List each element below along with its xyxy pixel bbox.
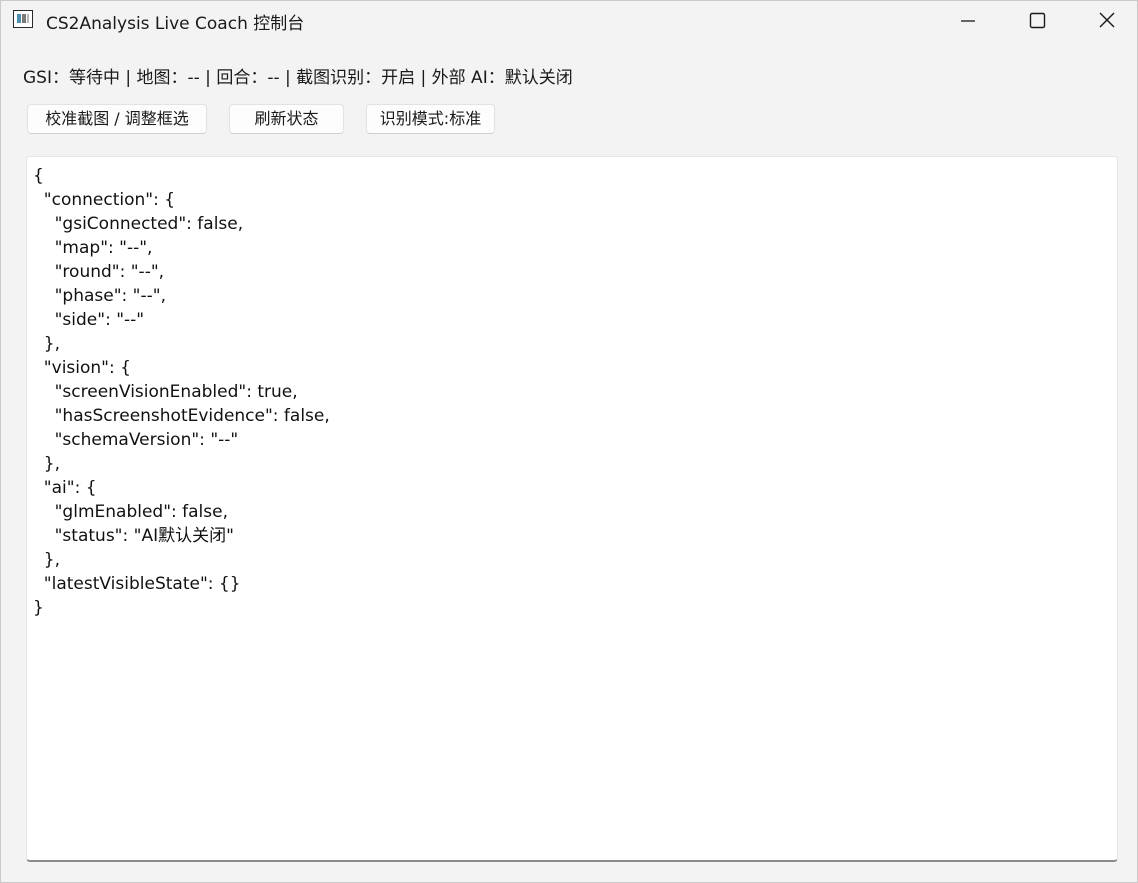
state-output-textarea[interactable]: { "connection": { "gsiConnected": false,… (26, 156, 1118, 862)
refresh-status-button[interactable]: 刷新状态 (229, 104, 344, 134)
close-icon (1099, 12, 1115, 28)
state-json-text: { "connection": { "gsiConnected": false,… (33, 166, 330, 618)
app-window-icon (13, 10, 33, 28)
minimize-button[interactable] (945, 1, 991, 41)
close-button[interactable] (1084, 1, 1130, 41)
maximize-button[interactable] (1014, 1, 1060, 41)
status-line: GSI：等待中 | 地图：-- | 回合：-- | 截图识别：开启 | 外部 A… (23, 68, 573, 88)
window-title: CS2Analysis Live Coach 控制台 (46, 14, 305, 34)
calibrate-screenshot-button[interactable]: 校准截图 / 调整框选 (27, 104, 207, 134)
app-window: CS2Analysis Live Coach 控制台 GSI：等待中 | 地图：… (0, 0, 1138, 883)
recognition-mode-button[interactable]: 识别模式:标准 (366, 104, 495, 134)
minimize-icon (961, 20, 975, 22)
maximize-icon (1029, 12, 1046, 29)
title-bar[interactable]: CS2Analysis Live Coach 控制台 (1, 1, 1137, 41)
